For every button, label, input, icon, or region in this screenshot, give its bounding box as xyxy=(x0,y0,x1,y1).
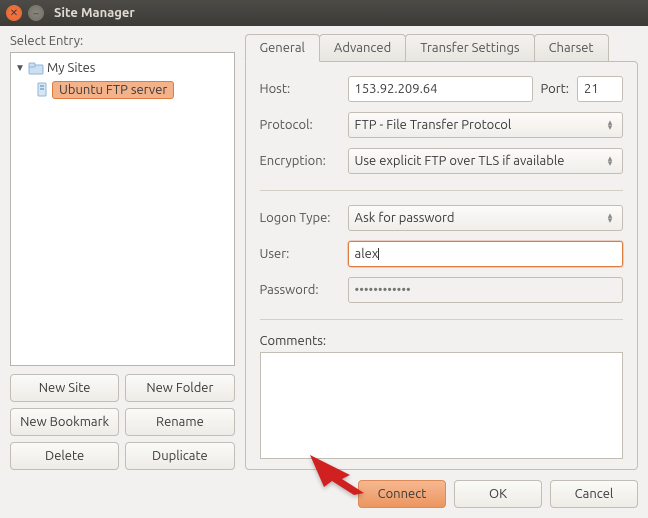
titlebar: ✕ – Site Manager xyxy=(0,0,648,26)
tab-charset[interactable]: Charset xyxy=(534,34,609,61)
logon-label: Logon Type: xyxy=(260,211,340,225)
updown-icon: ▴▾ xyxy=(602,156,618,166)
encryption-label: Encryption: xyxy=(260,154,340,168)
host-label: Host: xyxy=(260,82,340,96)
updown-icon: ▴▾ xyxy=(602,120,618,130)
close-icon[interactable]: ✕ xyxy=(6,5,22,21)
password-label: Password: xyxy=(260,283,340,297)
tree-item[interactable]: Ubuntu FTP server xyxy=(13,79,232,101)
new-site-button[interactable]: New Site xyxy=(10,374,119,402)
comments-input[interactable] xyxy=(260,352,623,459)
port-input[interactable] xyxy=(577,76,623,102)
user-input[interactable]: alex xyxy=(348,241,623,267)
select-entry-label: Select Entry: xyxy=(10,34,235,48)
logon-select[interactable]: Ask for password ▴▾ xyxy=(348,205,623,231)
dialog-footer: Connect OK Cancel xyxy=(10,480,638,508)
logon-value: Ask for password xyxy=(355,211,455,225)
port-label: Port: xyxy=(541,82,569,96)
password-input xyxy=(348,277,623,303)
cancel-button[interactable]: Cancel xyxy=(550,480,638,508)
divider xyxy=(260,190,623,191)
server-icon xyxy=(35,82,49,98)
tab-panel-general: Host: Port: Protocol: FTP - File Transfe… xyxy=(245,61,638,470)
ok-button[interactable]: OK xyxy=(454,480,542,508)
new-bookmark-button[interactable]: New Bookmark xyxy=(10,408,119,436)
tab-transfer[interactable]: Transfer Settings xyxy=(405,34,534,61)
updown-icon: ▴▾ xyxy=(602,213,618,223)
new-folder-button[interactable]: New Folder xyxy=(125,374,234,402)
encryption-select[interactable]: Use explicit FTP over TLS if available ▴… xyxy=(348,148,623,174)
tree-item-label: Ubuntu FTP server xyxy=(52,81,174,99)
window-title: Site Manager xyxy=(54,6,135,20)
protocol-label: Protocol: xyxy=(260,118,340,132)
tab-general[interactable]: General xyxy=(245,34,320,62)
duplicate-button[interactable]: Duplicate xyxy=(125,442,234,470)
user-value: alex xyxy=(355,247,379,261)
text-caret xyxy=(378,248,379,260)
delete-button[interactable]: Delete xyxy=(10,442,119,470)
minimize-icon[interactable]: – xyxy=(28,5,44,21)
tree-root-label: My Sites xyxy=(47,61,95,75)
chevron-down-icon[interactable]: ▼ xyxy=(15,62,25,74)
tab-advanced[interactable]: Advanced xyxy=(319,34,406,61)
comments-label: Comments: xyxy=(260,334,623,348)
folder-icon xyxy=(28,61,44,75)
tabs: General Advanced Transfer Settings Chars… xyxy=(245,34,638,61)
rename-button[interactable]: Rename xyxy=(125,408,234,436)
tree-root[interactable]: ▼ My Sites xyxy=(13,57,232,79)
protocol-select[interactable]: FTP - File Transfer Protocol ▴▾ xyxy=(348,112,623,138)
user-label: User: xyxy=(260,247,340,261)
host-input[interactable] xyxy=(348,76,533,102)
divider xyxy=(260,319,623,320)
protocol-value: FTP - File Transfer Protocol xyxy=(355,118,512,132)
site-tree[interactable]: ▼ My Sites Ubuntu FTP server xyxy=(10,52,235,366)
connect-button[interactable]: Connect xyxy=(358,480,446,508)
encryption-value: Use explicit FTP over TLS if available xyxy=(355,154,565,168)
